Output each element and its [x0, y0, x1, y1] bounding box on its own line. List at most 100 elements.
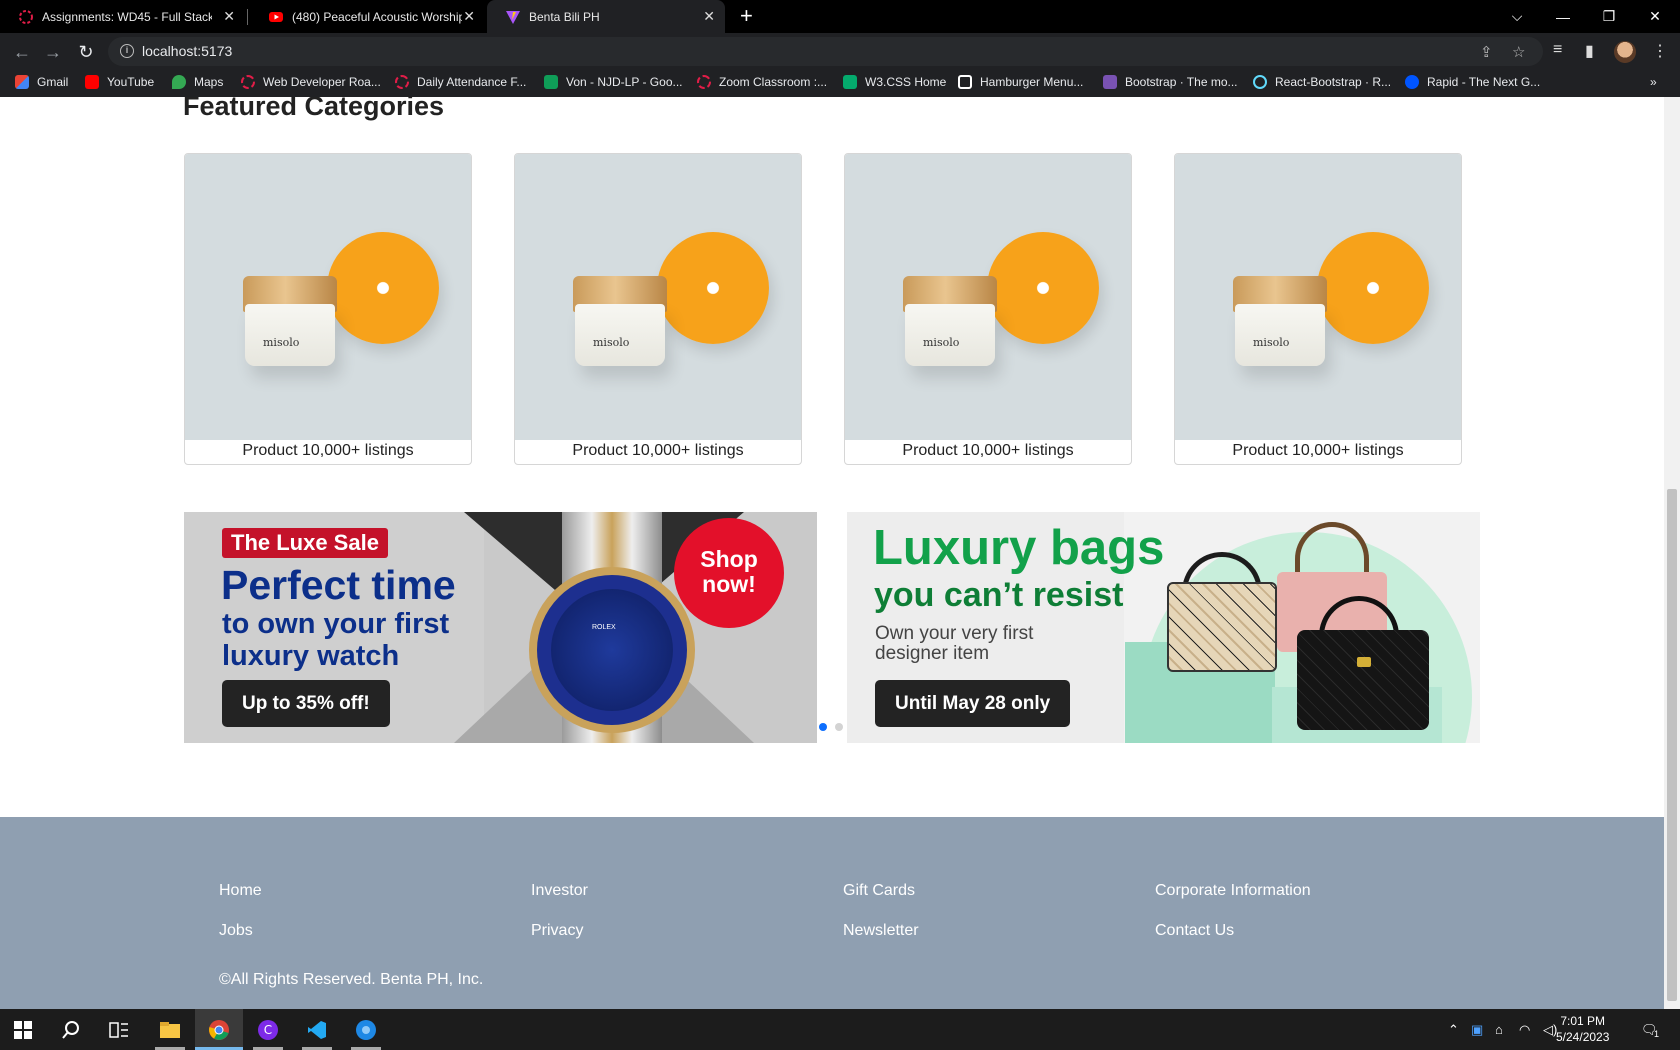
reload-icon[interactable]: ↻: [74, 40, 98, 64]
banner-headline: Perfect time: [221, 562, 456, 608]
back-arrow-icon[interactable]: ←: [10, 40, 34, 64]
category-card[interactable]: misolo Product 10,000+ listings: [844, 153, 1132, 465]
bookmark-youtube[interactable]: YouTube: [85, 75, 154, 89]
footer-link-privacy[interactable]: Privacy: [531, 922, 583, 940]
new-tab-button[interactable]: +: [740, 4, 753, 28]
bookmark-react-bootstrap[interactable]: React-Bootstrap · R...: [1253, 75, 1391, 89]
bag-clasp: [1357, 657, 1371, 667]
url-text[interactable]: localhost:5173: [142, 43, 232, 59]
chevron-up-icon[interactable]: ⌃: [1448, 1022, 1459, 1038]
bookmark-zoom-classroom[interactable]: Zoom Classroom :...: [697, 75, 827, 89]
kebab-menu-icon[interactable]: ⋮: [1652, 41, 1668, 61]
footer-link-investor[interactable]: Investor: [531, 882, 588, 900]
react-icon: [1253, 75, 1267, 89]
vite-icon: [506, 10, 520, 24]
bookmark-label: Hamburger Menu...: [980, 75, 1084, 89]
circle-logo-icon: [395, 75, 409, 89]
forward-arrow-icon[interactable]: →: [41, 40, 65, 64]
chrome-icon[interactable]: [204, 1015, 234, 1045]
product-image: misolo: [515, 154, 801, 440]
bookmark-hamburger-menu[interactable]: Hamburger Menu...: [958, 75, 1083, 89]
orange-slice: [987, 232, 1099, 344]
watch-brand: ROLEX: [592, 624, 616, 631]
footer-link-corporate-information[interactable]: Corporate Information: [1155, 882, 1311, 900]
canva-icon[interactable]: C: [253, 1015, 283, 1045]
carousel-dot[interactable]: [819, 723, 827, 731]
shop-now-badge[interactable]: Shop now!: [674, 518, 784, 628]
browser-tab-bar: Assignments: WD45 - Full Stack W ✕ (480)…: [0, 0, 1680, 33]
address-bar[interactable]: i localhost:5173 ⇪ ☆: [108, 37, 1543, 66]
browser-tab-benta[interactable]: Benta Bili PH ✕: [487, 0, 725, 33]
close-icon[interactable]: ✕: [463, 8, 475, 25]
bookmark-daily-attendance[interactable]: Daily Attendance F...: [395, 75, 526, 89]
avatar[interactable]: [1614, 41, 1636, 63]
promo-date-button[interactable]: Until May 28 only: [875, 680, 1071, 727]
product-image: misolo: [845, 154, 1131, 440]
bookmark-rapid[interactable]: Rapid - The Next G...: [1405, 75, 1540, 89]
orange-slice: [657, 232, 769, 344]
category-card[interactable]: misolo Product 10,000+ listings: [514, 153, 802, 465]
product-image: misolo: [1175, 154, 1461, 440]
media-control-icon[interactable]: ≡: [1553, 41, 1562, 59]
bookmark-maps[interactable]: Maps: [172, 75, 223, 89]
category-card[interactable]: misolo Product 10,000+ listings: [1174, 153, 1462, 465]
side-panel-icon[interactable]: ▮: [1585, 41, 1594, 61]
category-label: Product 10,000+ listings: [1232, 442, 1404, 459]
page-scrollbar[interactable]: [1664, 97, 1680, 1009]
footer-link-jobs[interactable]: Jobs: [219, 922, 253, 940]
share-icon[interactable]: ⇪: [1480, 43, 1493, 61]
youtube-icon: [85, 75, 99, 89]
footer-link-newsletter[interactable]: Newsletter: [843, 922, 919, 940]
browser-tab-youtube[interactable]: (480) Peaceful Acoustic Worship ✕: [250, 0, 485, 33]
sheets-icon: [544, 75, 558, 89]
file-explorer-icon[interactable]: [155, 1015, 185, 1045]
bookmark-von-sheet[interactable]: Von - NJD-LP - Goo...: [544, 75, 683, 89]
w3-icon: [843, 75, 857, 89]
close-icon[interactable]: ✕: [223, 8, 235, 25]
browser-toolbar: ← → ↻ i localhost:5173 ⇪ ☆ ≡ ▮ ⋮: [0, 33, 1680, 70]
info-icon[interactable]: i: [120, 44, 134, 58]
restore-button[interactable]: ❐: [1586, 0, 1632, 33]
footer-link-home[interactable]: Home: [219, 882, 262, 900]
taskbar-clock[interactable]: 7:01 PM 5/24/2023: [1556, 1013, 1609, 1045]
meet-now-icon[interactable]: ⌂: [1495, 1022, 1503, 1037]
bookmark-star-icon[interactable]: ☆: [1512, 43, 1525, 61]
discount-button[interactable]: Up to 35% off!: [222, 680, 390, 727]
footer-link-gift-cards[interactable]: Gift Cards: [843, 882, 915, 900]
jar-body: [905, 304, 995, 366]
close-icon[interactable]: ✕: [703, 8, 715, 25]
jar-body: [575, 304, 665, 366]
browser-tab-assignments[interactable]: Assignments: WD45 - Full Stack W ✕: [0, 0, 245, 33]
orange-slice: [1317, 232, 1429, 344]
codepen-icon: [958, 75, 972, 89]
luxury-bags-banner[interactable]: Luxury bags you can’t resist Own your ve…: [847, 512, 1480, 743]
bookmark-gmail[interactable]: Gmail: [15, 75, 68, 89]
bookmark-bootstrap[interactable]: Bootstrap · The mo...: [1103, 75, 1238, 89]
app-icon[interactable]: [351, 1015, 381, 1045]
bookmark-w3css[interactable]: W3.CSS Home: [843, 75, 946, 89]
category-card[interactable]: misolo Product 10,000+ listings: [184, 153, 472, 465]
vscode-icon[interactable]: [302, 1015, 332, 1045]
bookmark-label: W3.CSS Home: [865, 75, 947, 89]
more-bookmarks-icon[interactable]: »: [1650, 75, 1657, 89]
footer-link-contact-us[interactable]: Contact Us: [1155, 922, 1234, 940]
luxe-watch-banner[interactable]: ROLEX The Luxe Sale Perfect time to own …: [184, 512, 817, 743]
windows-taskbar: C ⌃ ▣ ⌂ ◠ ◁) 7:01 PM 5/24/2023 🗨 1: [0, 1009, 1680, 1050]
wifi-icon[interactable]: ◠: [1519, 1022, 1530, 1038]
bookmark-label: YouTube: [107, 75, 155, 89]
jar-brand: misolo: [263, 336, 300, 349]
scrollbar-thumb[interactable]: [1667, 489, 1677, 1001]
banner-body: Own your very first designer item: [875, 623, 1034, 664]
category-label: Product 10,000+ listings: [572, 442, 744, 459]
search-icon[interactable]: [56, 1015, 86, 1045]
bookmark-web-developer[interactable]: Web Developer Roa...: [241, 75, 381, 89]
windows-start-icon[interactable]: [8, 1015, 38, 1045]
close-window-button[interactable]: ✕: [1632, 0, 1678, 33]
banner-subheadline: you can’t resist: [874, 576, 1124, 614]
tab-search-button[interactable]: ⌵: [1494, 0, 1540, 33]
app-tray-icon[interactable]: ▣: [1471, 1022, 1483, 1038]
svg-text:C: C: [264, 1023, 272, 1037]
carousel-dot[interactable]: [835, 723, 843, 731]
minimize-button[interactable]: —: [1540, 0, 1586, 33]
task-view-icon[interactable]: [104, 1015, 134, 1045]
